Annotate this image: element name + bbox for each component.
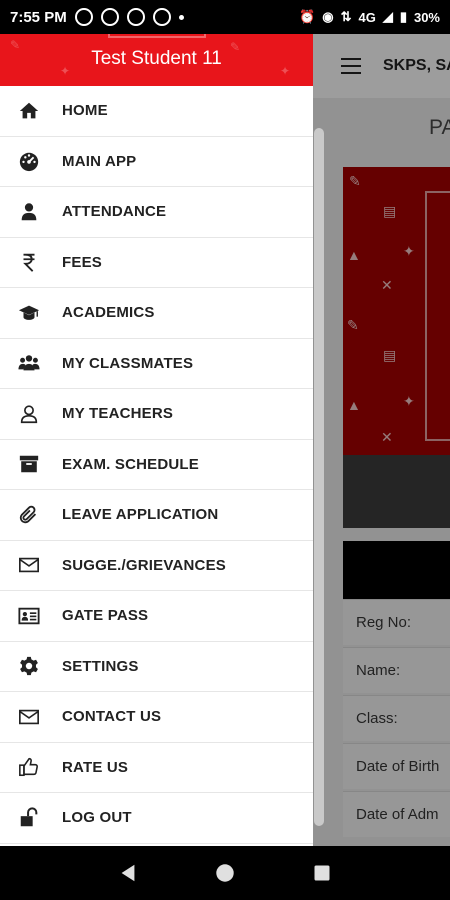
menu-item-attendance[interactable]: ATTENDANCE <box>0 187 313 238</box>
menu-item-log-out[interactable]: LOG OUT <box>0 793 313 844</box>
id-card-icon <box>0 605 62 627</box>
menu-item-my-teachers[interactable]: MY TEACHERS <box>0 389 313 440</box>
paperclip-icon <box>0 504 62 526</box>
drawer-header: ✎ ✦ ✎ ✦ Test Student 11 <box>0 34 313 86</box>
person-icon <box>0 201 62 223</box>
home-button[interactable] <box>205 853 245 893</box>
graduation-cap-icon <box>0 302 62 324</box>
menu-item-fees[interactable]: FEES <box>0 238 313 288</box>
menu-item-label: SUGGE./GRIEVANCES <box>62 556 226 574</box>
menu-item-label: HOME <box>62 102 108 120</box>
menu-item-label: CONTACT US <box>62 708 162 726</box>
drawer-menu: HOME MAIN APP ATTENDANCE FEES ACADEMICS … <box>0 86 313 844</box>
rupee-icon <box>0 251 62 273</box>
notification-icon <box>152 8 171 26</box>
menu-item-label: MAIN APP <box>62 152 137 170</box>
alarm-icon: ⏰ <box>299 9 316 24</box>
recents-button[interactable] <box>302 853 342 893</box>
hotspot-icon: ◉ <box>322 9 334 24</box>
menu-item-my-classmates[interactable]: MY CLASSMATES <box>0 339 313 389</box>
navigation-drawer: ✎ ✦ ✎ ✦ Test Student 11 HOME MAIN APP AT… <box>0 34 313 846</box>
archive-icon <box>0 453 62 475</box>
menu-item-contact-us[interactable]: CONTACT US <box>0 692 313 743</box>
status-time: 7:55 PM <box>10 8 67 26</box>
menu-item-home[interactable]: HOME <box>0 86 313 137</box>
menu-item-label: FEES <box>62 253 102 271</box>
menu-item-main-app[interactable]: MAIN APP <box>0 137 313 187</box>
menu-item-exam-schedule[interactable]: EXAM. SCHEDULE <box>0 440 313 490</box>
recents-icon <box>314 865 330 881</box>
menu-item-suggestions-grievances[interactable]: SUGGE./GRIEVANCES <box>0 541 313 591</box>
unlock-icon <box>0 807 62 829</box>
network-type: 4G <box>358 9 376 25</box>
menu-item-label: MY CLASSMATES <box>62 354 194 372</box>
signal-icon: ◢ <box>382 9 393 24</box>
menu-item-label: EXAM. SCHEDULE <box>62 455 199 473</box>
envelope-icon <box>0 706 62 728</box>
menu-item-label: ATTENDANCE <box>62 203 167 221</box>
home-circle-icon <box>216 864 234 882</box>
envelope-icon <box>0 554 62 576</box>
student-name: Test Student 11 <box>91 48 222 69</box>
menu-item-label: SETTINGS <box>62 657 139 675</box>
notification-icon <box>100 8 119 26</box>
notification-icon <box>74 8 93 26</box>
thumbs-up-icon <box>0 756 62 778</box>
drawer-scrim[interactable] <box>313 34 450 846</box>
system-nav-bar <box>0 846 450 900</box>
header-frame <box>108 34 206 38</box>
more-notifications-icon <box>178 14 184 20</box>
battery-level: 30% <box>413 9 440 25</box>
battery-icon: ▮ <box>399 9 407 24</box>
status-bar: 7:55 PM ⏰ ◉ ⇅ 4G ◢ ▮ 30% <box>0 0 450 34</box>
menu-item-label: LEAVE APPLICATION <box>62 506 219 524</box>
user-outline-icon <box>0 403 62 425</box>
back-button[interactable] <box>108 853 148 893</box>
data-icon: ⇅ <box>340 9 352 24</box>
home-icon <box>0 100 62 122</box>
menu-item-gate-pass[interactable]: GATE PASS <box>0 591 313 642</box>
menu-item-label: GATE PASS <box>62 607 149 625</box>
group-icon <box>0 352 62 374</box>
menu-item-academics[interactable]: ACADEMICS <box>0 288 313 339</box>
menu-item-settings[interactable]: SETTINGS <box>0 642 313 692</box>
menu-item-leave-application[interactable]: LEAVE APPLICATION <box>0 490 313 541</box>
back-icon <box>121 864 135 882</box>
gear-icon <box>0 655 62 677</box>
drawer-scrollbar[interactable] <box>314 128 324 826</box>
menu-item-label: ACADEMICS <box>62 304 155 322</box>
menu-item-label: RATE US <box>62 758 129 776</box>
menu-item-label: MY TEACHERS <box>62 405 174 423</box>
notification-icon <box>126 8 145 26</box>
dashboard-icon <box>0 150 62 172</box>
menu-item-rate-us[interactable]: RATE US <box>0 743 313 793</box>
menu-item-label: LOG OUT <box>62 809 132 827</box>
